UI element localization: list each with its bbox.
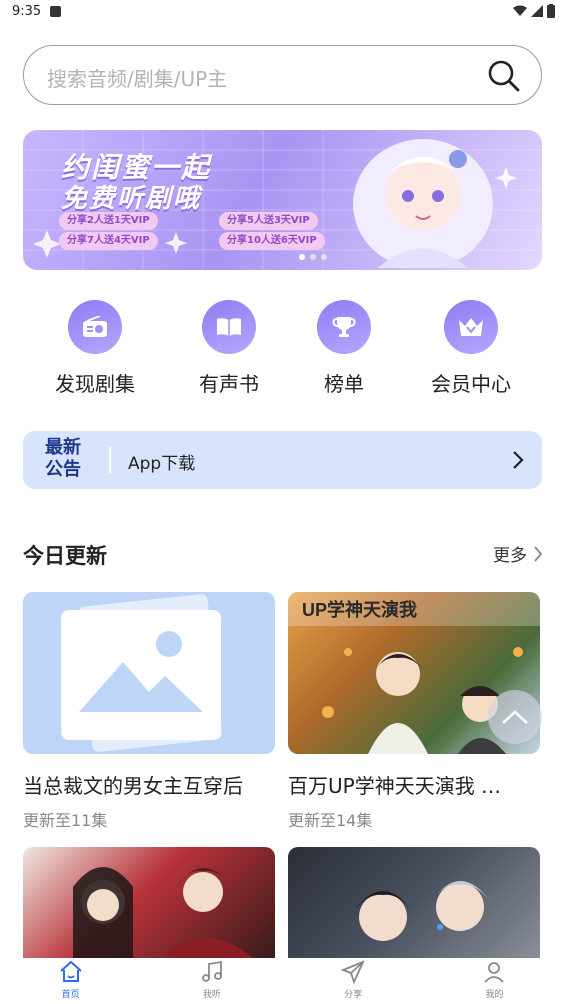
quick-entry-membership[interactable]: 会员中心 [411,300,531,397]
image-placeholder-icon [23,592,275,754]
more-label: 更多 [493,546,527,566]
banner-character-image [353,139,493,268]
banner-pill: 分享10人送6天VIP [219,232,325,250]
svg-text:UP学神天演我: UP学神天演我 [302,599,417,620]
bottom-nav: 首页 我听 分享 我的 [0,958,565,1004]
tab-label: 我听 [202,990,221,1000]
signal-icon [531,5,543,17]
radio-icon [68,300,122,354]
section-title: 今日更新 [23,544,107,568]
quick-entry-audiobook[interactable]: 有声书 [169,300,289,397]
wifi-icon [513,5,527,16]
promo-banner[interactable]: 约闺蜜一起 免费听剧哦 分享2人送1天VIP 分享5人送3天VIP 分享7人送4… [23,130,542,270]
banner-pagination [299,254,327,260]
chevron-up-icon [502,710,528,724]
search-placeholder: 搜索音频/剧集/UP主 [47,67,228,91]
banner-title-line2: 免费听剧哦 [61,184,202,214]
quick-entry-label: 会员中心 [431,372,511,396]
home-icon [59,960,82,982]
battery-icon [547,4,555,18]
banner-pill: 分享2人送1天VIP [59,212,158,230]
status-icons [513,4,555,18]
quick-entry-ranking[interactable]: 榜单 [284,300,404,397]
announcement-bar[interactable]: 最新 公告 App下载 [23,431,542,489]
chevron-right-icon [534,545,543,562]
announcement-tag: 最新 公告 [45,437,81,481]
quick-entry-label: 有声书 [199,372,259,396]
quick-entry-discover[interactable]: 发现剧集 [35,300,155,397]
status-time: 9:35 [12,4,42,19]
quick-entry-label: 榜单 [324,372,364,396]
banner-pill: 分享5人送3天VIP [219,212,318,230]
card-title: 当总裁文的男女主互穿后 [23,774,243,798]
cover-image [288,847,540,958]
announcement-tag-line1: 最新 [45,437,81,458]
paper-plane-icon [341,960,365,984]
crown-icon [444,300,498,354]
tab-label: 首页 [61,990,80,1000]
announcement-tag-line2: 公告 [45,459,81,480]
card-title: 百万UP学神天天演我 … [288,774,502,798]
banner-pill: 分享7人送4天VIP [59,232,158,250]
drama-card[interactable]: 当总裁文的男女主互穿后 更新至11集 [23,592,275,831]
cover-image [23,847,275,958]
quick-entry-label: 发现剧集 [55,372,135,396]
tab-label: 分享 [344,990,363,1000]
card-episodes: 更新至11集 [23,811,108,830]
chevron-right-icon [513,451,524,469]
music-note-icon [201,960,222,982]
tab-listen[interactable]: 我听 [141,958,282,1004]
user-icon [484,962,505,983]
card-episodes: 更新至14集 [288,811,373,830]
announcement-divider [109,447,111,473]
tab-home[interactable]: 首页 [0,958,141,1004]
search-bar[interactable]: 搜索音频/剧集/UP主 [23,45,542,105]
drama-card[interactable] [23,847,275,958]
scroll-to-top-button[interactable] [488,690,542,744]
announcement-text: App下载 [128,454,196,474]
tab-share[interactable]: 分享 [283,958,424,1004]
book-icon [202,300,256,354]
search-icon[interactable] [487,59,521,93]
trophy-icon [317,300,371,354]
drama-card[interactable] [288,847,540,958]
tab-profile[interactable]: 我的 [424,958,565,1004]
notification-icon [50,6,61,17]
tab-label: 我的 [485,990,504,1000]
more-link[interactable]: 更多 [493,541,543,566]
status-bar: 9:35 [0,0,565,26]
